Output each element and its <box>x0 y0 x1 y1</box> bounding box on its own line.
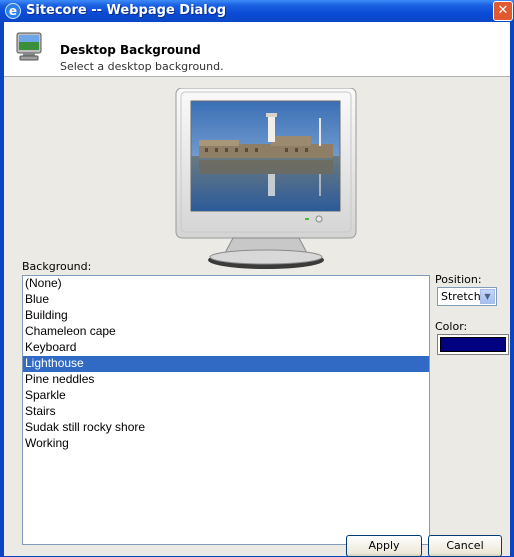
list-item-keyboard[interactable]: Keyboard <box>23 340 429 356</box>
monitor-preview <box>175 88 357 269</box>
color-swatch <box>440 337 506 352</box>
list-item-building[interactable]: Building <box>23 308 429 324</box>
list-item-pine-neddles[interactable]: Pine neddles <box>23 372 429 388</box>
list-item-lighthouse[interactable]: Lighthouse <box>23 356 429 372</box>
header-description: Select a desktop background. <box>60 60 224 73</box>
title-bar[interactable]: e Sitecore -- Webpage Dialog ✕ <box>0 0 514 22</box>
list-item-stairs[interactable]: Stairs <box>23 404 429 420</box>
position-label: Position: <box>435 273 482 286</box>
close-button[interactable]: ✕ <box>493 1 513 21</box>
dialog-header: Desktop Background Select a desktop back… <box>4 22 510 77</box>
window-title: Sitecore -- Webpage Dialog <box>26 3 226 18</box>
list-item-sparkle[interactable]: Sparkle <box>23 388 429 404</box>
list-item-sudak-still-rocky-shore[interactable]: Sudak still rocky shore <box>23 420 429 436</box>
list-item-chameleon-cape[interactable]: Chameleon cape <box>23 324 429 340</box>
apply-button[interactable]: Apply <box>346 535 422 557</box>
ie-app-icon: e <box>5 3 21 19</box>
cancel-button[interactable]: Cancel <box>428 535 502 557</box>
desktop-monitor-icon <box>16 32 42 61</box>
list-item-working[interactable]: Working <box>23 436 429 452</box>
list-item-none[interactable]: (None) <box>23 276 429 292</box>
list-item-blue[interactable]: Blue <box>23 292 429 308</box>
position-select[interactable]: Stretch ▼ <box>437 287 497 306</box>
dialog-client-area: Desktop Background Select a desktop back… <box>4 22 510 557</box>
color-picker[interactable] <box>437 334 509 355</box>
position-select-value: Stretch <box>441 290 481 303</box>
color-label: Color: <box>435 320 468 333</box>
header-title: Desktop Background <box>60 43 201 57</box>
background-listbox[interactable]: (None) Blue Building Chameleon cape Keyb… <box>22 275 430 545</box>
chevron-down-icon[interactable]: ▼ <box>480 289 495 304</box>
background-label: Background: <box>22 260 92 273</box>
